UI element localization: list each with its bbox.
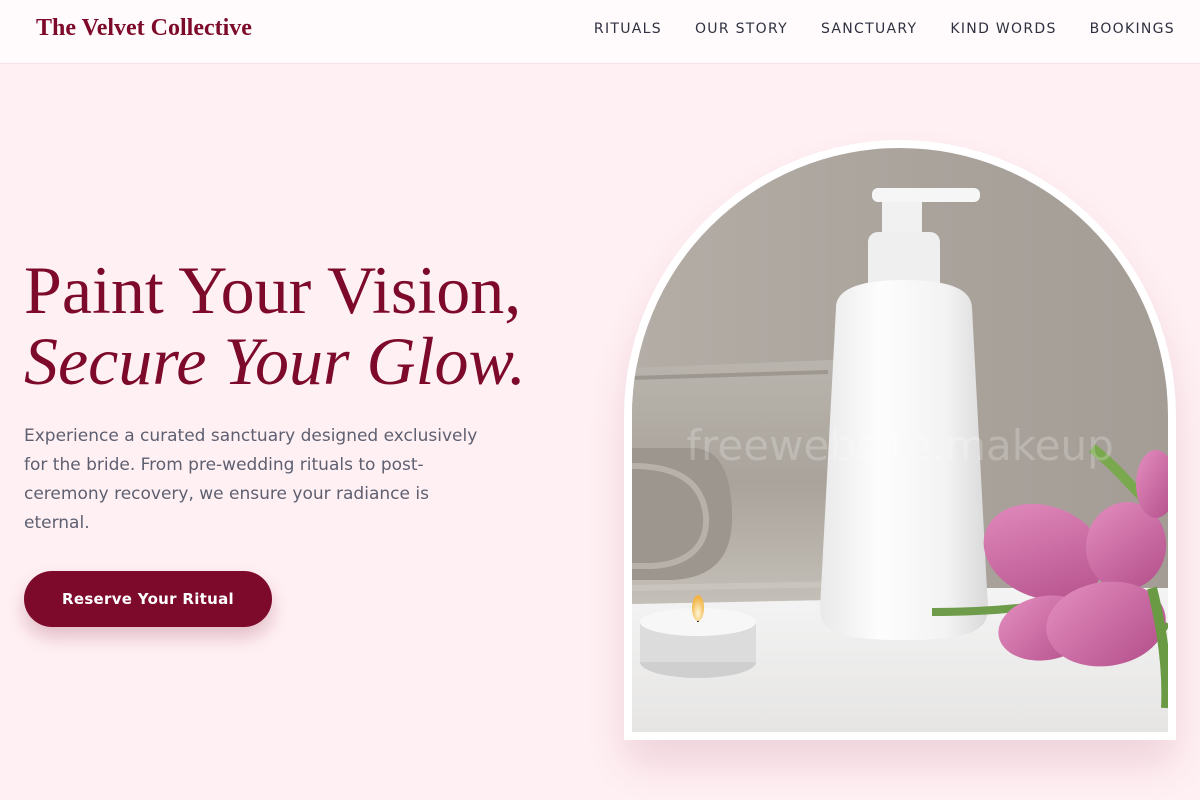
reserve-ritual-button[interactable]: Reserve Your Ritual	[24, 571, 272, 627]
hero-description: Experience a curated sanctuary designed …	[24, 426, 478, 533]
site-header: The Velvet Collective RITUALS OUR STORY …	[0, 0, 1200, 64]
hero-title: Paint Your Vision, Secure Your Glow.	[24, 255, 526, 397]
hero-image-frame: freewebsite.makeup	[624, 140, 1176, 740]
nav-link-sanctuary[interactable]: SANCTUARY	[821, 21, 917, 37]
brand-logo[interactable]: The Velvet Collective	[36, 15, 252, 42]
hero-title-line1: Paint Your Vision,	[24, 252, 522, 328]
spa-products-image: freewebsite.makeup	[632, 148, 1168, 732]
nav-link-bookings[interactable]: BOOKINGS	[1090, 21, 1175, 37]
nav-link-our-story[interactable]: OUR STORY	[695, 21, 788, 37]
nav-link-rituals[interactable]: RITUALS	[594, 21, 662, 37]
main-nav: RITUALS OUR STORY SANCTUARY KIND WORDS B…	[594, 21, 1175, 37]
nav-link-kind-words[interactable]: KIND WORDS	[950, 21, 1056, 37]
hero-title-line2: Secure Your Glow.	[24, 323, 526, 399]
watermark-text: freewebsite.makeup	[686, 421, 1113, 470]
